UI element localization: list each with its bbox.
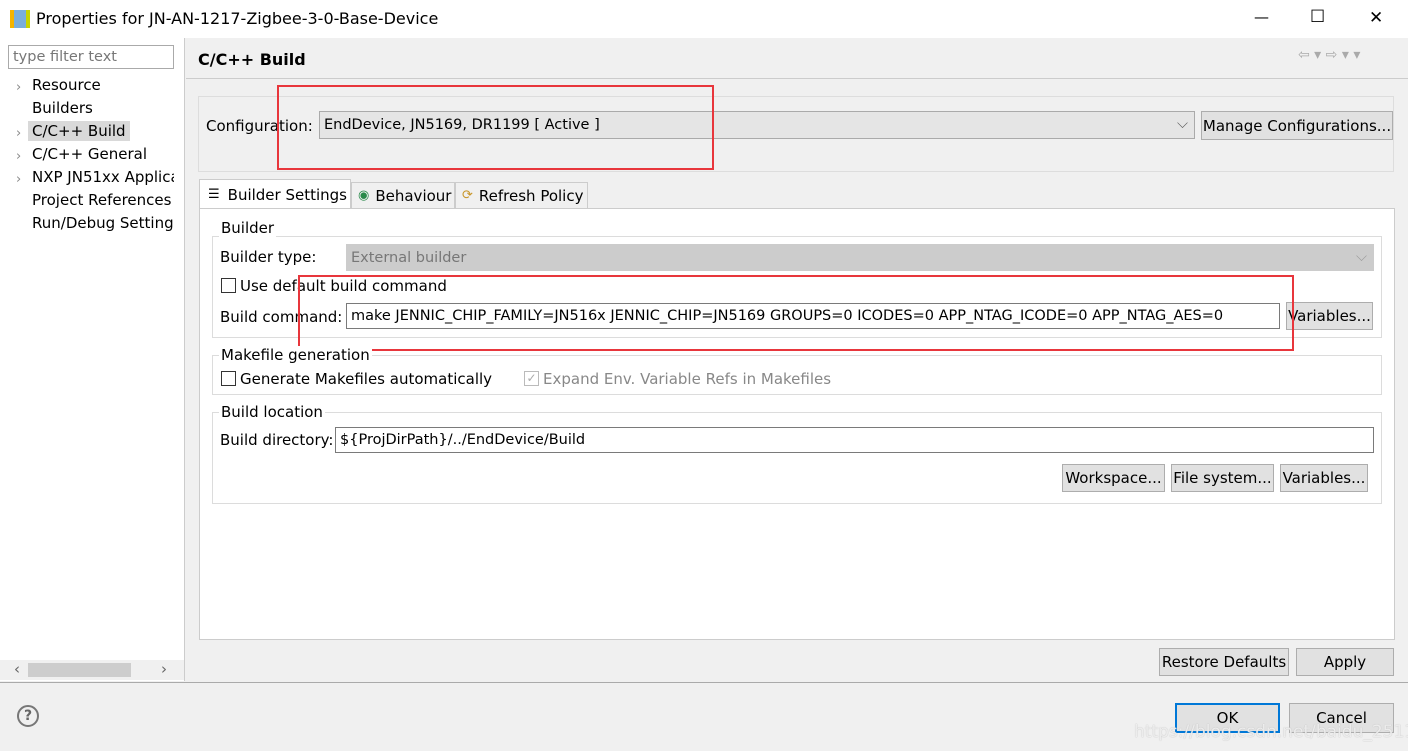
tab-label: Behaviour bbox=[375, 186, 452, 205]
refresh-icon: ⟳ bbox=[462, 188, 473, 203]
list-icon: ☰ bbox=[208, 187, 220, 202]
sidebar-item-cpp-general[interactable]: C/C++ General bbox=[32, 145, 147, 163]
help-icon[interactable]: ? bbox=[17, 705, 39, 727]
restore-defaults-button[interactable]: Restore Defaults bbox=[1159, 648, 1289, 676]
builder-type-select: External builder ⌵ bbox=[346, 244, 1374, 271]
highlight-box bbox=[298, 275, 1294, 351]
radio-icon: ◉ bbox=[358, 188, 370, 203]
builder-variables-button[interactable]: Variables... bbox=[1286, 302, 1373, 330]
chevron-right-icon[interactable]: › bbox=[16, 80, 21, 95]
chevron-down-icon: ⌵ bbox=[1177, 116, 1188, 132]
apply-button[interactable]: Apply bbox=[1296, 648, 1394, 676]
sidebar-item-project-references[interactable]: Project References bbox=[32, 191, 171, 209]
chevron-down-icon: ⌵ bbox=[1356, 249, 1367, 265]
manage-configurations-button[interactable]: Manage Configurations... bbox=[1201, 111, 1393, 140]
chevron-right-icon[interactable]: › bbox=[16, 172, 21, 187]
use-default-checkbox[interactable] bbox=[221, 278, 236, 293]
builder-legend: Builder bbox=[219, 219, 277, 237]
footer-divider bbox=[0, 682, 1408, 683]
build-location-legend: Build location bbox=[219, 403, 325, 421]
sidebar-item-nxp[interactable]: NXP JN51xx Applica bbox=[32, 168, 174, 186]
scrollbar-thumb[interactable] bbox=[28, 663, 131, 677]
window-title: Properties for JN-AN-1217-Zigbee-3-0-Bas… bbox=[36, 9, 439, 28]
build-directory-input[interactable]: ${ProjDirPath}/../EndDevice/Build bbox=[335, 427, 1374, 453]
file-system-button[interactable]: File system... bbox=[1171, 464, 1274, 492]
generate-makefiles-label: Generate Makefiles automatically bbox=[240, 370, 493, 388]
tab-label: Builder Settings bbox=[227, 185, 347, 204]
builder-type-label: Builder type: bbox=[220, 248, 317, 266]
scroll-left-icon[interactable]: ‹ bbox=[14, 660, 20, 678]
close-button[interactable]: ✕ bbox=[1369, 8, 1383, 28]
nav-arrows[interactable]: ⇦ ▾ ⇨ ▾ ▾ bbox=[1298, 47, 1360, 63]
scroll-right-icon[interactable]: › bbox=[161, 660, 167, 678]
sidebar-item-cpp-build[interactable]: C/C++ Build bbox=[28, 121, 130, 141]
minimize-button[interactable]: — bbox=[1254, 8, 1269, 26]
location-variables-button[interactable]: Variables... bbox=[1280, 464, 1368, 492]
title-bar: Properties for JN-AN-1217-Zigbee-3-0-Bas… bbox=[0, 0, 1408, 38]
chevron-right-icon[interactable]: › bbox=[16, 126, 21, 141]
sidebar-item-builders[interactable]: Builders bbox=[32, 99, 93, 117]
filter-input[interactable]: type filter text bbox=[8, 45, 174, 69]
header-divider bbox=[186, 78, 1408, 79]
chevron-right-icon[interactable]: › bbox=[16, 149, 21, 164]
workspace-button[interactable]: Workspace... bbox=[1062, 464, 1165, 492]
watermark: https://blog.csdn.net/baidu_25117757 bbox=[1134, 722, 1408, 742]
makefile-legend: Makefile generation bbox=[219, 346, 372, 364]
app-icon bbox=[10, 10, 30, 28]
generate-makefiles-checkbox[interactable] bbox=[221, 371, 236, 386]
expand-env-checkbox: ✓ bbox=[524, 371, 539, 386]
sidebar: type filter text › Resource Builders › C… bbox=[0, 38, 185, 681]
expand-env-label: Expand Env. Variable Refs in Makefiles bbox=[543, 370, 832, 388]
tab-refresh-policy[interactable]: ⟳ Refresh Policy bbox=[455, 182, 588, 208]
horizontal-scrollbar[interactable]: ‹ › bbox=[0, 660, 184, 680]
page-title: C/C++ Build bbox=[198, 50, 306, 69]
tab-label: Refresh Policy bbox=[478, 186, 584, 205]
builder-type-value: External builder bbox=[351, 249, 467, 266]
sidebar-item-resource[interactable]: Resource bbox=[32, 76, 101, 94]
tab-behaviour[interactable]: ◉ Behaviour bbox=[351, 182, 455, 208]
tab-builder-settings[interactable]: ☰ Builder Settings bbox=[199, 179, 351, 209]
highlight-box bbox=[277, 85, 714, 170]
build-directory-label: Build directory: bbox=[220, 431, 334, 449]
maximize-button[interactable]: ☐ bbox=[1310, 7, 1325, 27]
sidebar-item-run-debug[interactable]: Run/Debug Settings bbox=[32, 214, 174, 232]
